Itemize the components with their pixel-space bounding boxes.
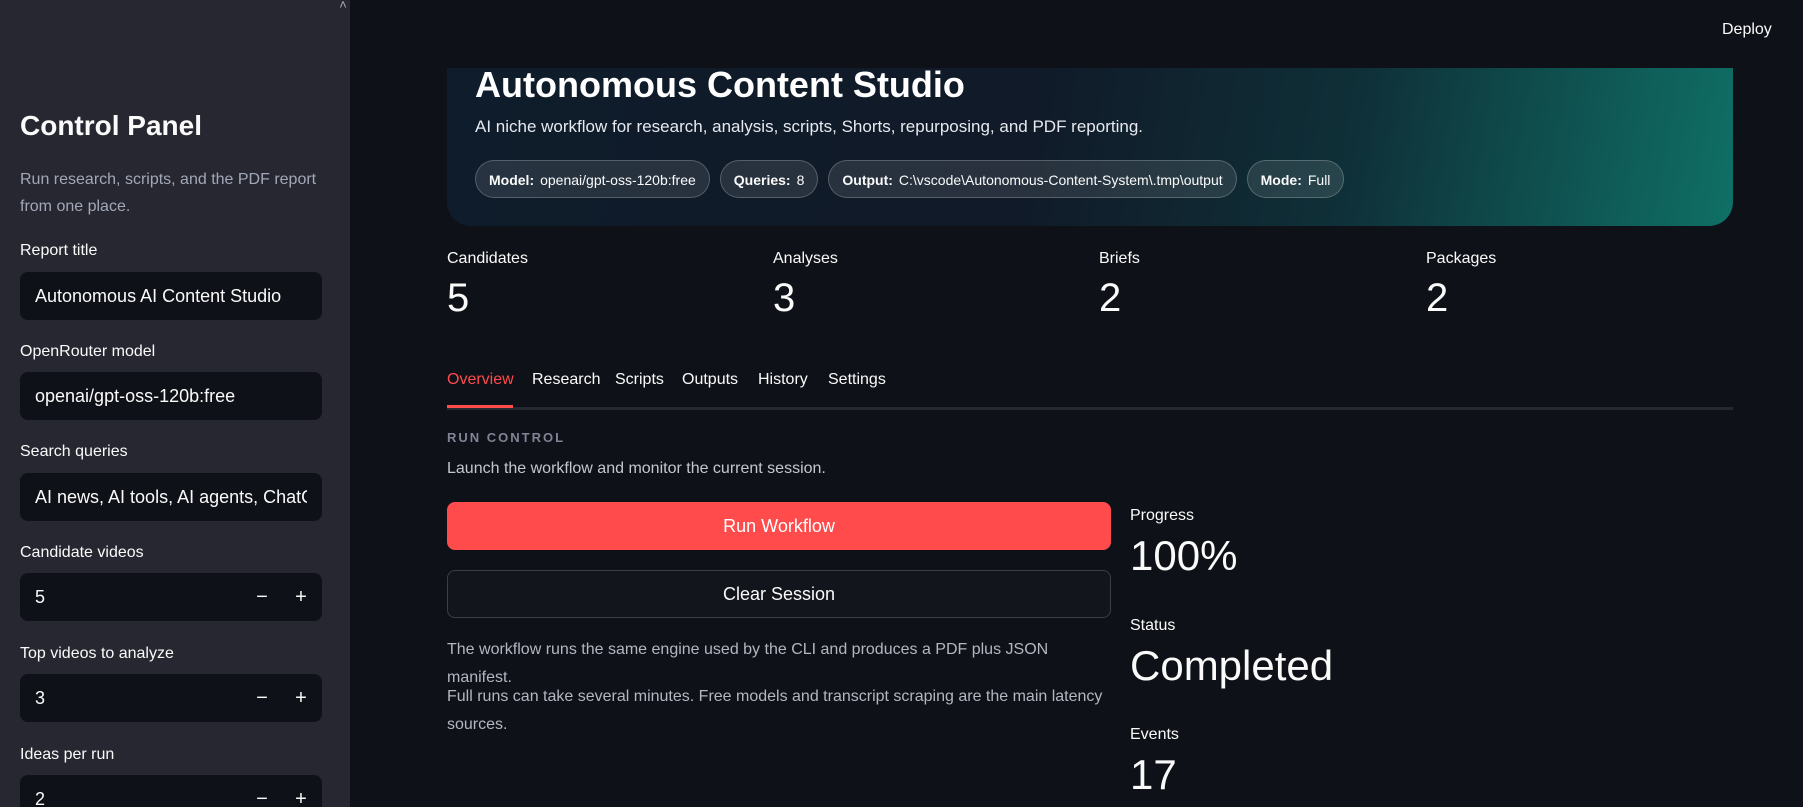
section-description: Launch the workflow and monitor the curr… (447, 460, 826, 477)
app-root: ˄ Control Panel Run research, scripts, a… (0, 0, 1803, 807)
tab-outputs[interactable]: Outputs (682, 369, 738, 391)
model-input[interactable] (20, 372, 322, 420)
stat-label: Progress (1130, 507, 1195, 524)
deploy-button[interactable]: Deploy (1722, 21, 1772, 39)
candidate-videos-value: 5 (35, 587, 46, 607)
events-stat: Events 17 (1130, 726, 1179, 800)
stat-value: 100% (1130, 532, 1238, 579)
tab-research[interactable]: Research (532, 369, 600, 391)
chip-value: openai/gpt-oss-120b:free (540, 172, 696, 188)
metric-value: 2 (1099, 276, 1122, 320)
metric-label: Analyses (773, 250, 838, 267)
metric-value: 3 (773, 276, 796, 320)
sidebar: ˄ Control Panel Run research, scripts, a… (0, 0, 350, 807)
stat-label: Status (1130, 617, 1176, 634)
report-title-label: Report title (20, 242, 98, 259)
tab-overview[interactable]: Overview (447, 369, 514, 391)
ideas-per-run-decrement-button[interactable]: − (243, 775, 281, 807)
stat-value: 17 (1130, 751, 1177, 798)
chip-key: Mode: (1260, 172, 1302, 188)
model-chip: Model: openai/gpt-oss-120b:free (475, 160, 710, 198)
top-videos-value: 3 (35, 688, 46, 708)
metric-value: 2 (1426, 276, 1449, 320)
report-title-input[interactable] (20, 272, 322, 320)
ideas-per-run-increment-button[interactable]: + (282, 775, 320, 807)
latency-note: Full runs can take several minutes. Free… (447, 688, 1103, 733)
chip-key: Output: (842, 172, 893, 188)
search-queries-input[interactable] (20, 473, 322, 521)
tab-history[interactable]: History (758, 369, 808, 391)
run-workflow-button[interactable]: Run Workflow (447, 502, 1111, 550)
search-queries-label: Search queries (20, 443, 128, 460)
metric-packages: Packages 2 (1426, 250, 1726, 320)
section-eyebrow: RUN CONTROL (447, 430, 566, 445)
queries-chip: Queries: 8 (719, 160, 819, 198)
candidate-videos-decrement-button[interactable]: − (243, 573, 281, 621)
chip-value: C:\vscode\Autonomous-Content-System\.tmp… (898, 172, 1223, 188)
chevron-up-icon: ˄ (339, 0, 347, 12)
mode-chip: Mode: Full (1246, 160, 1345, 198)
progress-stat: Progress 100% (1130, 507, 1237, 581)
metric-label: Candidates (447, 250, 528, 267)
top-videos-increment-button[interactable]: + (282, 674, 320, 722)
candidate-videos-increment-button[interactable]: + (282, 573, 320, 621)
chip-key: Model: (489, 172, 535, 188)
candidate-videos-label: Candidate videos (20, 544, 144, 561)
hero-subtitle: AI niche workflow for research, analysis… (475, 117, 1144, 136)
chip-key: Queries: (733, 172, 791, 188)
top-videos-stepper[interactable]: 3 − + (20, 674, 322, 722)
hero-chips: Model: openai/gpt-oss-120b:free Queries: 8… (475, 160, 1345, 198)
ideas-per-run-label: Ideas per run (20, 746, 115, 763)
metric-value: 5 (447, 276, 470, 320)
model-label: OpenRouter model (20, 343, 156, 360)
candidate-videos-stepper[interactable]: 5 − + (20, 573, 322, 621)
metric-briefs: Briefs 2 (1099, 250, 1399, 320)
hero-title: Autonomous Content Studio (475, 64, 965, 105)
hero-banner: Autonomous Content Studio AI niche workf… (447, 64, 1733, 226)
metric-analyses: Analyses 3 (773, 250, 1073, 320)
stat-value: Completed (1130, 642, 1334, 689)
status-stat: Status Completed (1130, 617, 1333, 691)
clear-session-button[interactable]: Clear Session (447, 570, 1111, 618)
active-tab-indicator (447, 405, 513, 408)
top-videos-label: Top videos to analyze (20, 645, 174, 662)
tab-settings[interactable]: Settings (828, 369, 886, 391)
chip-value: 8 (796, 172, 805, 188)
chip-value: Full (1307, 172, 1331, 188)
ideas-per-run-value: 2 (35, 789, 46, 807)
metric-label: Briefs (1099, 250, 1140, 267)
sidebar-title: Control Panel (20, 110, 203, 141)
ideas-per-run-stepper[interactable]: 2 − + (20, 775, 322, 807)
metric-label: Packages (1426, 250, 1497, 267)
tab-bar: Overview Research Scripts Outputs Histor… (447, 369, 1733, 410)
sidebar-collapse-button[interactable]: ˄ (335, 0, 350, 12)
sidebar-description: Run research, scripts, and the PDF repor… (20, 171, 317, 215)
stat-label: Events (1130, 726, 1179, 743)
output-chip: Output: C:\vscode\Autonomous-Content-Syst… (828, 160, 1237, 198)
metric-candidates: Candidates 5 (447, 250, 747, 320)
tab-scripts[interactable]: Scripts (615, 369, 664, 391)
top-videos-decrement-button[interactable]: − (243, 674, 281, 722)
